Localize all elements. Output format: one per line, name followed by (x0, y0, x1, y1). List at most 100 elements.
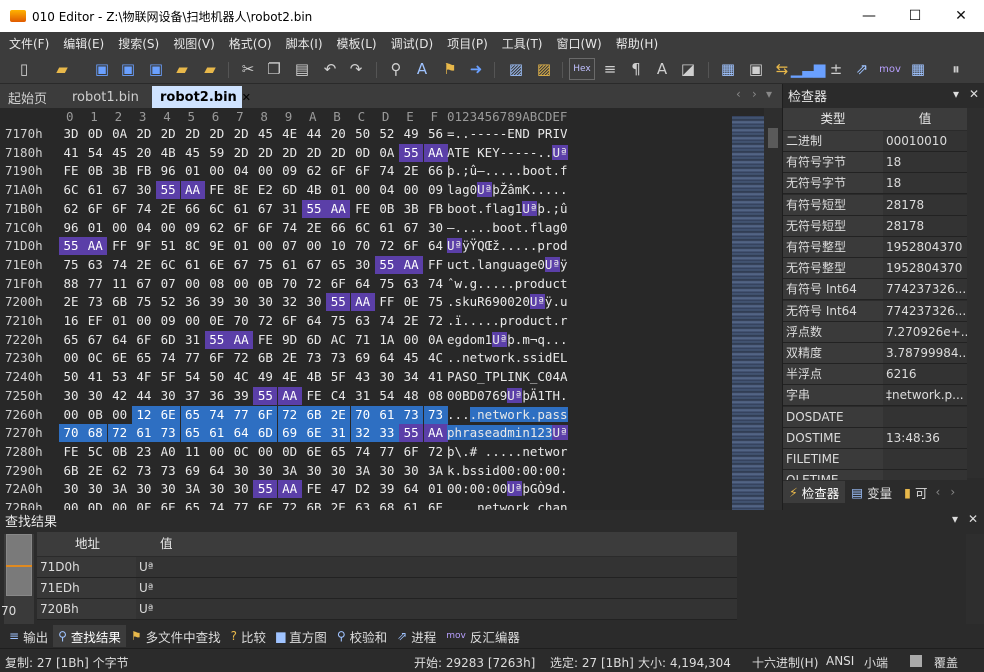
hex-byte[interactable]: 72 (302, 275, 326, 293)
hex-byte[interactable]: 73 (132, 462, 156, 480)
hex-byte[interactable]: 6C (205, 200, 229, 218)
hex-byte[interactable]: 62 (205, 219, 229, 237)
hex-byte[interactable]: 6F (83, 200, 107, 218)
hex-byte[interactable]: 59 (205, 144, 229, 162)
hex-byte[interactable]: 3B (399, 200, 423, 218)
hex-byte[interactable]: 30 (302, 462, 326, 480)
hex-byte[interactable]: 2D (278, 144, 302, 162)
hex-byte[interactable]: 6F (326, 275, 350, 293)
template-icon[interactable]: ▣ (746, 59, 766, 79)
hex-byte[interactable]: 61 (131, 424, 156, 443)
ascii-text[interactable]: –.....boot.flag0 (447, 219, 568, 237)
hex-byte[interactable]: 5C (83, 443, 107, 461)
find-icon[interactable]: ⚲ (386, 59, 406, 79)
clear-icon[interactable]: ◪ (678, 59, 698, 79)
inspector-value[interactable]: 28178 (883, 215, 967, 236)
hex-byte[interactable]: 70 (229, 312, 253, 330)
goto-icon[interactable]: ➜ (466, 59, 486, 79)
hex-byte[interactable]: 75 (424, 293, 448, 311)
hex-byte[interactable]: AA (229, 330, 254, 349)
hex-byte[interactable]: 65 (59, 331, 83, 349)
hex-byte[interactable]: 54 (375, 387, 399, 405)
histogram-icon[interactable]: ▁▃▆ (791, 59, 826, 79)
hex-byte[interactable]: 61 (229, 200, 253, 218)
menu-search[interactable]: 搜索(S) (111, 35, 166, 52)
hex-byte[interactable]: 39 (375, 480, 399, 498)
hex-byte[interactable]: 77 (83, 275, 107, 293)
hex-byte[interactable]: 55 (253, 480, 278, 499)
hex-byte[interactable]: 75 (59, 256, 83, 274)
ascii-text[interactable]: egdom1Uªþ.m¬q... (447, 331, 568, 349)
panel-close-icon[interactable]: ✕ (969, 87, 979, 101)
save-all-icon[interactable]: ▣ (146, 59, 166, 79)
tabs-right-icon[interactable]: › (950, 485, 955, 499)
hex-byte[interactable]: 75 (375, 275, 399, 293)
hex-byte[interactable]: 75 (253, 256, 277, 274)
hex-byte[interactable]: 72 (424, 312, 448, 330)
inspector-row[interactable]: 字串 ‡network.p... (783, 385, 967, 407)
close-file-icon[interactable]: ▰ (172, 59, 192, 79)
inspector-row[interactable]: 有符号整型 1952804370 (783, 237, 967, 258)
hex-byte[interactable]: 00 (205, 162, 229, 180)
hex-byte[interactable]: 9D (278, 331, 302, 349)
hex-byte[interactable]: 00 (132, 312, 156, 330)
status-endian[interactable]: 小端 (864, 654, 888, 671)
lock-icon[interactable] (910, 655, 922, 667)
toolbar-more-icon[interactable]: ⏸ (946, 59, 966, 79)
text-mode-icon[interactable]: ≡ (600, 59, 620, 79)
hex-byte[interactable]: 2D (205, 125, 229, 143)
hex-byte[interactable]: 67 (83, 331, 107, 349)
hex-byte[interactable]: 30 (326, 462, 350, 480)
hex-byte[interactable]: 64 (229, 424, 254, 443)
ascii-text[interactable]: =..-----END PRIV (447, 125, 568, 143)
hex-byte[interactable]: 55 (156, 181, 181, 200)
hex-byte[interactable]: 6F (399, 237, 423, 255)
hex-byte[interactable]: 07 (278, 237, 302, 255)
hex-byte[interactable]: 6E (302, 424, 326, 443)
status-mode[interactable]: 十六进制(H) (752, 654, 818, 671)
hex-byte[interactable]: 07 (156, 275, 180, 293)
hex-byte[interactable]: 72 (229, 349, 253, 367)
hex-byte[interactable]: 20 (326, 125, 350, 143)
hex-byte[interactable]: 63 (83, 256, 107, 274)
hex-byte[interactable]: A0 (156, 443, 180, 461)
hex-byte[interactable]: 0A (108, 125, 132, 143)
hex-byte[interactable]: 36 (181, 293, 205, 311)
hex-byte[interactable]: 0A (375, 144, 399, 162)
ascii-text[interactable]: 00BD0769UªþÄ1TH. (447, 387, 568, 405)
hex-byte[interactable]: 11 (108, 275, 132, 293)
hex-byte[interactable]: 30 (302, 293, 326, 311)
hex-byte[interactable]: 6C (59, 181, 83, 199)
hex-byte[interactable]: 69 (351, 349, 375, 367)
inspector-row[interactable]: 无符号短型 28178 (783, 215, 967, 237)
hex-byte[interactable]: 04 (132, 219, 156, 237)
hex-byte[interactable]: 4F (132, 368, 156, 386)
menu-help[interactable]: 帮助(H) (609, 35, 665, 52)
hex-byte[interactable]: 75 (326, 312, 350, 330)
save-as-icon[interactable]: ▣ (118, 59, 138, 79)
hex-byte[interactable]: 2E (83, 462, 107, 480)
hex-byte[interactable]: 12 (131, 405, 156, 424)
hex-byte[interactable]: 96 (156, 162, 180, 180)
hex-byte[interactable]: 30 (229, 462, 253, 480)
ascii-text[interactable]: .ï.....product.r (447, 312, 568, 330)
hex-byte[interactable]: 00 (351, 181, 375, 199)
hex-byte[interactable]: 74 (156, 349, 180, 367)
hex-byte[interactable]: E2 (253, 181, 277, 199)
hex-byte[interactable]: 31 (326, 424, 351, 443)
hex-byte[interactable]: 74 (278, 219, 302, 237)
hex-byte[interactable]: 2D (132, 125, 156, 143)
inspector-value[interactable]: 774237326... (883, 300, 967, 321)
tab-histogram[interactable]: ▆ 直方图 (271, 625, 332, 647)
tab-start-page[interactable]: 起始页 (0, 86, 55, 108)
hex-byte[interactable]: 6F (351, 162, 375, 180)
results-overview[interactable]: 70 (1, 534, 34, 624)
hex-byte[interactable]: 66 (424, 162, 448, 180)
menu-template[interactable]: 模板(L) (330, 35, 384, 52)
hex-byte[interactable]: 00 (59, 349, 83, 367)
hex-mode-toggle[interactable]: Hex (569, 58, 595, 80)
hex-byte[interactable]: 09 (278, 162, 302, 180)
hex-byte[interactable]: 00 (399, 331, 423, 349)
inspector-value[interactable]: 7.270926e+... (883, 321, 967, 342)
ascii-text[interactable]: ATE KEY-----..Uª (447, 144, 568, 162)
